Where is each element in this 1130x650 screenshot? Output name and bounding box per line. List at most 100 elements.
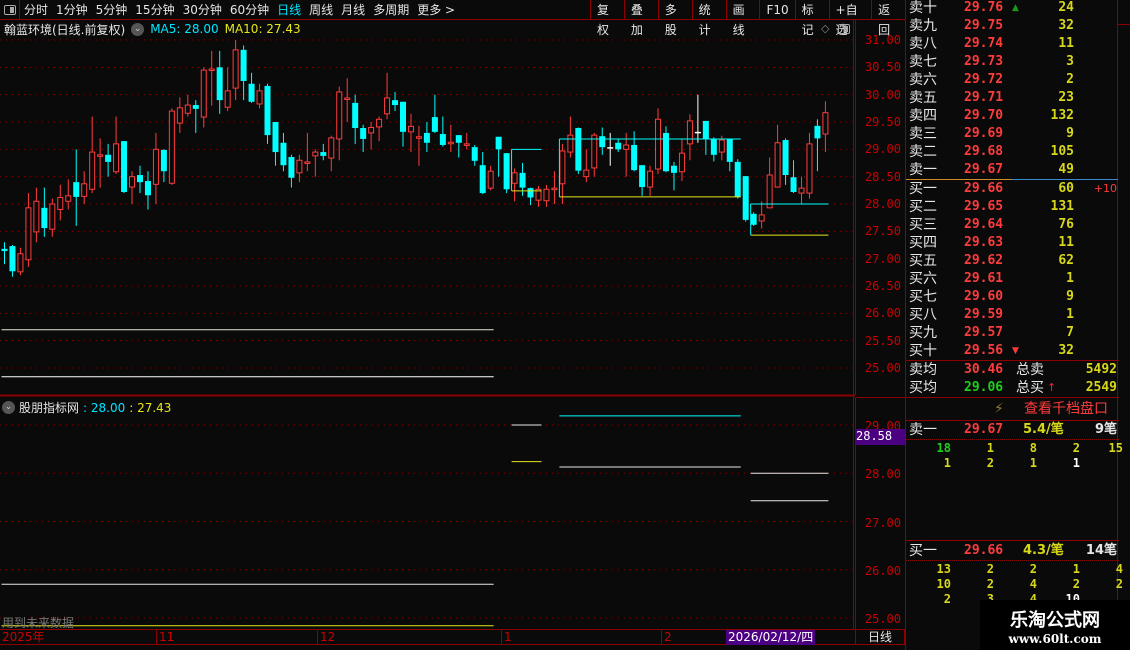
- period-tab[interactable]: 30分钟: [179, 1, 226, 18]
- candle-body-up: [678, 152, 685, 173]
- ask-level[interactable]: 卖二 29.68 105: [906, 143, 1119, 161]
- tool-button[interactable]: 复权: [590, 0, 624, 37]
- level-price: 29.66: [964, 181, 1004, 196]
- price-tick: 30.50: [864, 60, 901, 75]
- level-volume: 11: [1058, 235, 1074, 250]
- candle-body-up: [463, 143, 470, 146]
- candle-body-down: [639, 165, 646, 188]
- level-volume: 105: [1050, 144, 1074, 159]
- tool-button[interactable]: +自选: [828, 0, 872, 37]
- period-tab[interactable]: 多周期: [369, 1, 413, 18]
- ask-level[interactable]: 卖九 29.75 32: [906, 17, 1119, 35]
- level-volume: 32: [1058, 18, 1074, 33]
- bid-level[interactable]: 买三 29.64 76: [906, 216, 1119, 234]
- panel-toggle-button[interactable]: [0, 0, 20, 20]
- period-tab[interactable]: 1分钟: [52, 1, 92, 18]
- candle-body-up: [591, 134, 598, 169]
- price-tick: 28.50: [864, 169, 901, 184]
- period-tab[interactable]: 月线: [337, 1, 369, 18]
- bid-level[interactable]: 买四 29.63 11: [906, 234, 1119, 252]
- bid-level[interactable]: 买二 29.65 131: [906, 198, 1119, 216]
- ask-level[interactable]: 卖三 29.69 9: [906, 125, 1119, 143]
- tool-button[interactable]: 返回: [871, 0, 905, 37]
- candle-body-flat: [694, 131, 701, 134]
- period-tab[interactable]: 60分钟: [226, 1, 273, 18]
- bid1-detail[interactable]: 买一 29.66 4.3/笔 14笔: [906, 541, 1119, 561]
- level-volume: 23: [1058, 90, 1074, 105]
- candle-body-up: [89, 151, 96, 190]
- order-size: 2: [1072, 577, 1080, 591]
- candle-body-up: [296, 159, 303, 174]
- price-tick: 31.00: [864, 33, 901, 47]
- candle-body-down: [750, 213, 757, 225]
- bid-level[interactable]: 买七 29.60 9: [906, 288, 1119, 306]
- candle-body-down: [360, 128, 367, 139]
- level-label: 买一: [909, 181, 937, 197]
- cursor-date-label: 2026/02/12/四: [726, 630, 816, 645]
- order-size: 1: [986, 441, 994, 455]
- candle-body-up: [304, 161, 311, 164]
- order-queue-row: 18 1 8 2 15: [906, 441, 1123, 456]
- ask-level[interactable]: 卖一 29.67 49: [906, 161, 1119, 179]
- chevron-down-icon[interactable]: ⌄: [2, 401, 15, 414]
- price-tick: 25.00: [864, 360, 901, 375]
- ask-level[interactable]: 卖五 29.71 23: [906, 89, 1119, 107]
- period-tab[interactable]: 分时: [20, 1, 52, 18]
- period-tab[interactable]: 5分钟: [92, 1, 132, 18]
- ask-level[interactable]: 卖八 29.74 11: [906, 35, 1119, 53]
- ask-average[interactable]: 卖均 30.46 5492 总卖: [906, 361, 1119, 379]
- candle-body-down: [272, 122, 279, 153]
- candle-body-up: [407, 125, 414, 133]
- ask-level[interactable]: 卖四 29.70 132: [906, 107, 1119, 125]
- level-volume: 5492: [1085, 362, 1117, 377]
- order-size: 2: [986, 456, 994, 470]
- tool-button[interactable]: 多股: [657, 0, 692, 37]
- ask1-detail[interactable]: 卖一 29.67 5.4/笔 9笔: [906, 420, 1119, 440]
- watermark-name: 乐淘公式网: [1010, 610, 1100, 631]
- tool-button[interactable]: 统计: [691, 0, 726, 37]
- depth-view-link[interactable]: ⚡ 查看千档盘口: [906, 399, 1119, 419]
- period-tab[interactable]: 更多 >: [413, 1, 459, 18]
- candle-body-up: [168, 110, 175, 184]
- period-tab[interactable]: 日线: [273, 1, 305, 18]
- time-label: 2: [661, 630, 672, 645]
- tool-button[interactable]: 叠加: [623, 0, 658, 37]
- bid-level[interactable]: 买八 29.59 1: [906, 306, 1119, 324]
- ask-level[interactable]: 卖七 29.73 3: [906, 53, 1119, 71]
- period-tab[interactable]: 周线: [305, 1, 337, 18]
- tool-button[interactable]: 标记: [794, 0, 829, 37]
- bid-level[interactable]: 买十 29.56 32 ▼: [906, 342, 1119, 360]
- candle-body-down: [288, 156, 295, 178]
- bid-level[interactable]: 买五 29.62 62: [906, 252, 1119, 270]
- level-price: 29.65: [964, 199, 1004, 214]
- candle-body-down: [702, 120, 709, 139]
- indicator-name: 股朋指标网: [19, 401, 80, 415]
- candle-body-up: [415, 136, 422, 139]
- period-tab[interactable]: 15分钟: [131, 1, 178, 18]
- bid-level[interactable]: 买一 29.66 60 +10: [906, 180, 1119, 198]
- candle-body-up: [17, 253, 24, 273]
- order-size: 8: [1029, 441, 1037, 455]
- order-size: 13: [936, 562, 951, 576]
- ask-level[interactable]: 卖十 29.76 24 ▲: [906, 0, 1119, 17]
- bid-average[interactable]: 买均 29.06 2549 总买 ↑: [906, 379, 1119, 397]
- candle-body-up: [774, 142, 781, 188]
- bid-level[interactable]: 买九 29.57 7: [906, 324, 1119, 342]
- level-label: 卖二: [909, 144, 937, 160]
- bid-level[interactable]: 买六 29.61 1: [906, 270, 1119, 288]
- candle-body-up: [184, 104, 191, 114]
- period-label[interactable]: 日线: [855, 629, 905, 645]
- level-volume: 9: [1066, 289, 1074, 304]
- tool-button[interactable]: F10: [759, 0, 794, 20]
- tool-button[interactable]: 画线: [725, 0, 760, 37]
- candle-body-down: [790, 177, 797, 192]
- level-volume: 32: [1058, 343, 1074, 358]
- ask-level[interactable]: 卖六 29.72 2: [906, 71, 1119, 89]
- candle-body-up: [49, 203, 56, 230]
- chart-area[interactable]: [0, 20, 855, 629]
- price-tick: 28.00: [864, 196, 901, 211]
- level-label: 买十: [909, 343, 937, 359]
- watermark: 乐淘公式网 www.60lt.com: [980, 600, 1130, 650]
- level-price: 29.06: [964, 380, 1004, 395]
- lightning-icon: ⚡: [994, 401, 1004, 417]
